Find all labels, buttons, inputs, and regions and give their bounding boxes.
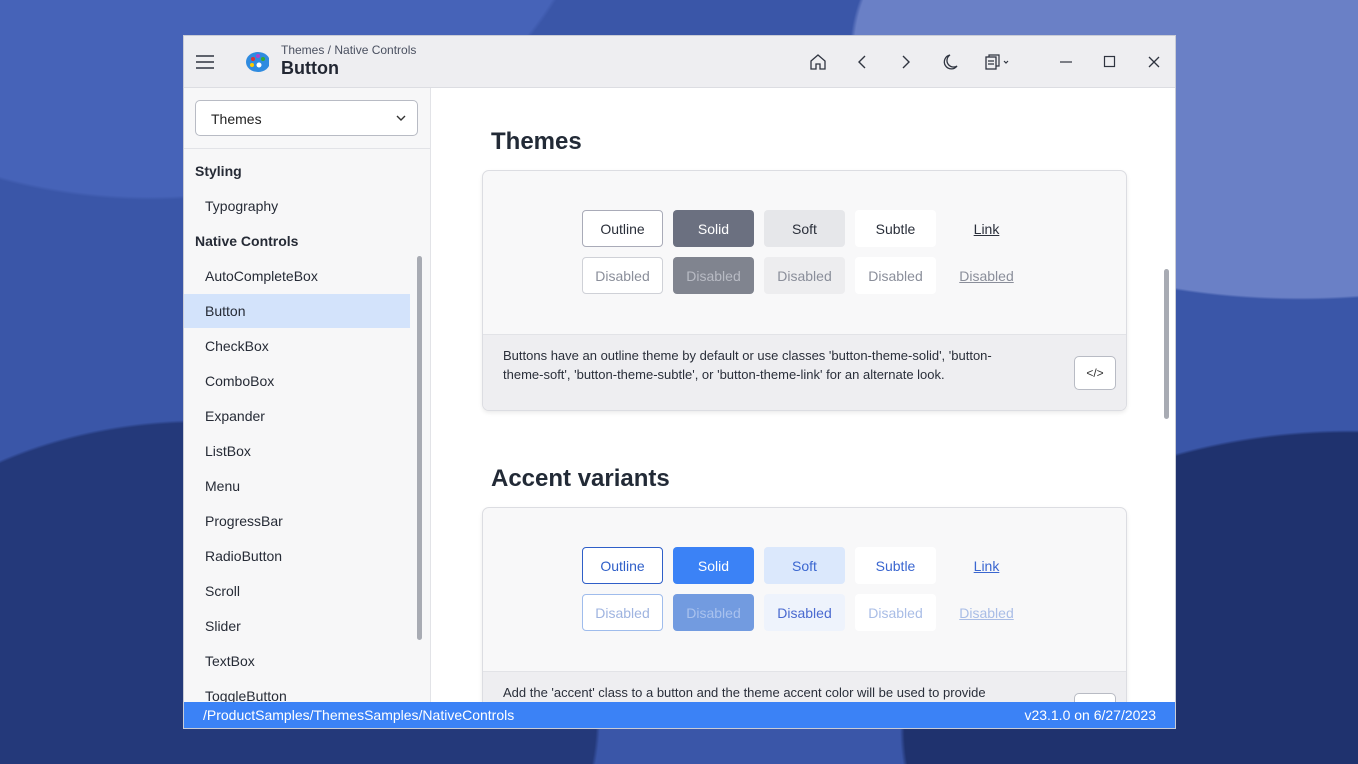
sidebar-item-combobox[interactable]: ComboBox bbox=[184, 364, 410, 398]
view-code-button[interactable]: </> bbox=[1074, 356, 1116, 390]
disabled-soft-button: Disabled bbox=[764, 257, 845, 294]
forward-icon[interactable] bbox=[894, 50, 918, 74]
minimize-icon[interactable] bbox=[1054, 50, 1078, 74]
subtle-button[interactable]: Subtle bbox=[855, 210, 936, 247]
disabled-solid-button: Disabled bbox=[673, 257, 754, 294]
sidebar-item-menu[interactable]: Menu bbox=[184, 469, 410, 503]
page-title: Button bbox=[281, 58, 339, 78]
outline-button[interactable]: Outline bbox=[582, 210, 663, 247]
content-area: Themes Outline Solid Soft Subtle Link Disable… bbox=[431, 88, 1175, 703]
card-footer: Buttons have an outline theme by default… bbox=[483, 334, 1126, 410]
card-description: Add the 'accent' class to a button and t… bbox=[503, 685, 986, 700]
close-icon[interactable] bbox=[1142, 50, 1166, 74]
disabled-subtle-button: Disabled bbox=[855, 257, 936, 294]
disabled-subtle-button: Disabled bbox=[855, 594, 936, 631]
sidebar-item-togglebutton[interactable]: ToggleButton bbox=[184, 679, 410, 703]
sidebar-item-textbox[interactable]: TextBox bbox=[184, 644, 410, 678]
sidebar-item-radiobutton[interactable]: RadioButton bbox=[184, 539, 410, 573]
card-footer: Add the 'accent' class to a button and t… bbox=[483, 671, 1126, 703]
outline-button[interactable]: Outline bbox=[582, 547, 663, 584]
status-bar: /ProductSamples/ThemesSamples/NativeCont… bbox=[184, 702, 1175, 728]
solid-button[interactable]: Solid bbox=[673, 547, 754, 584]
sidebar-group-header: Native Controls bbox=[195, 233, 299, 249]
section-title-accent: Accent variants bbox=[491, 465, 670, 492]
disabled-outline-button: Disabled bbox=[582, 594, 663, 631]
back-icon[interactable] bbox=[850, 50, 874, 74]
disabled-soft-button: Disabled bbox=[764, 594, 845, 631]
theme-selector[interactable]: Themes bbox=[195, 100, 418, 136]
section-title-themes: Themes bbox=[491, 128, 582, 155]
sidebar-group-header: Styling bbox=[195, 163, 242, 179]
divider bbox=[184, 148, 430, 149]
themes-card: Outline Solid Soft Subtle Link Disabled Disabl… bbox=[482, 170, 1127, 411]
solid-button[interactable]: Solid bbox=[673, 210, 754, 247]
theme-selector-value: Themes bbox=[211, 111, 262, 127]
sidebar-item-scroll[interactable]: Scroll bbox=[184, 574, 410, 608]
soft-button[interactable]: Soft bbox=[764, 547, 845, 584]
sidebar-item-checkbox[interactable]: CheckBox bbox=[184, 329, 410, 363]
sidebar-item-button[interactable]: Button bbox=[184, 294, 410, 328]
title-bar: Themes / Native Controls Button bbox=[184, 36, 1175, 88]
sidebar-item-slider[interactable]: Slider bbox=[184, 609, 410, 643]
content-scrollbar[interactable] bbox=[1164, 269, 1169, 419]
card-description: Buttons have an outline theme by default… bbox=[503, 348, 992, 382]
sidebar: Themes Styling Typography Native Controls A… bbox=[184, 88, 431, 703]
breadcrumb: Themes / Native Controls bbox=[281, 43, 417, 57]
sidebar-item-progressbar[interactable]: ProgressBar bbox=[184, 504, 410, 538]
chevron-down-icon bbox=[395, 111, 407, 127]
maximize-icon[interactable] bbox=[1098, 50, 1122, 74]
link-button[interactable]: Link bbox=[946, 210, 1027, 247]
app-logo-palette-icon bbox=[245, 50, 269, 74]
sidebar-item-listbox[interactable]: ListBox bbox=[184, 434, 410, 468]
hamburger-menu-icon[interactable] bbox=[193, 50, 217, 74]
sidebar-item-typography[interactable]: Typography bbox=[184, 189, 410, 223]
accent-card: Outline Solid Soft Subtle Link Disabled Disabl… bbox=[482, 507, 1127, 703]
subtle-button[interactable]: Subtle bbox=[855, 547, 936, 584]
status-version: v23.1.0 on 6/27/2023 bbox=[1024, 707, 1156, 723]
disabled-link-button: Disabled bbox=[959, 267, 1014, 284]
disabled-outline-button: Disabled bbox=[582, 257, 663, 294]
disabled-solid-button: Disabled bbox=[673, 594, 754, 631]
sidebar-item-expander[interactable]: Expander bbox=[184, 399, 410, 433]
moon-icon[interactable] bbox=[938, 50, 962, 74]
sidebar-scrollbar[interactable] bbox=[417, 256, 422, 640]
app-window: Themes / Native Controls Button Themes S… bbox=[183, 35, 1176, 729]
link-button[interactable]: Link bbox=[946, 547, 1027, 584]
status-path: /ProductSamples/ThemesSamples/NativeCont… bbox=[203, 707, 515, 723]
disabled-link-button: Disabled bbox=[959, 604, 1014, 621]
pages-dropdown-icon[interactable] bbox=[984, 50, 1014, 74]
soft-button[interactable]: Soft bbox=[764, 210, 845, 247]
sidebar-item-autocompletebox[interactable]: AutoCompleteBox bbox=[184, 259, 410, 293]
home-icon[interactable] bbox=[806, 50, 830, 74]
